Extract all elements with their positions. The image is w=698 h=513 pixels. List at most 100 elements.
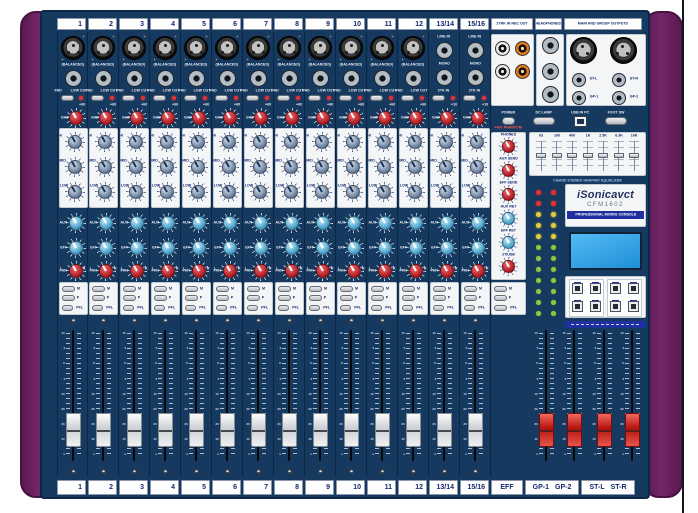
pfl-button[interactable] bbox=[371, 305, 382, 312]
eq-knob[interactable] bbox=[343, 157, 363, 177]
eq-knob[interactable] bbox=[65, 182, 85, 202]
mute-button[interactable] bbox=[62, 285, 75, 292]
pan-knob[interactable] bbox=[375, 261, 395, 281]
solo-button[interactable] bbox=[92, 295, 105, 302]
eq-knob[interactable] bbox=[250, 157, 270, 177]
fader-cap[interactable] bbox=[567, 413, 582, 447]
eq-knob[interactable] bbox=[157, 182, 177, 202]
pfl-button[interactable] bbox=[340, 305, 351, 312]
pan-knob[interactable] bbox=[66, 261, 86, 281]
power-switch[interactable] bbox=[501, 117, 515, 126]
fader-cap[interactable] bbox=[468, 413, 483, 447]
pfl-button[interactable] bbox=[92, 305, 103, 312]
2tk-button[interactable] bbox=[463, 95, 476, 101]
eff-knob[interactable] bbox=[282, 238, 302, 258]
solo-button[interactable] bbox=[185, 295, 198, 302]
eq-band-slider[interactable]: 400 bbox=[565, 134, 579, 174]
aux-knob[interactable] bbox=[344, 213, 364, 233]
fader-cap[interactable] bbox=[96, 413, 111, 447]
mute-button[interactable] bbox=[340, 285, 353, 292]
eff-knob[interactable] bbox=[313, 238, 333, 258]
mute-button[interactable] bbox=[371, 285, 384, 292]
eq-knob[interactable] bbox=[250, 132, 270, 152]
pan-knob[interactable] bbox=[406, 261, 426, 281]
fx-button[interactable] bbox=[590, 282, 601, 294]
eq-knob[interactable] bbox=[436, 132, 456, 152]
eq-knob[interactable] bbox=[126, 157, 146, 177]
pan-knob[interactable] bbox=[468, 261, 488, 281]
aux-knob[interactable] bbox=[158, 213, 178, 233]
aux-knob[interactable] bbox=[189, 213, 209, 233]
solo-button[interactable] bbox=[433, 295, 446, 302]
pfl-button[interactable] bbox=[62, 305, 73, 312]
eq-knob[interactable] bbox=[312, 132, 332, 152]
fader-cap[interactable] bbox=[406, 413, 421, 447]
pfl-button[interactable] bbox=[402, 305, 413, 312]
solo-button[interactable] bbox=[154, 295, 167, 302]
eff-knob[interactable] bbox=[468, 238, 488, 258]
fx-button[interactable] bbox=[610, 300, 621, 312]
solo-button[interactable] bbox=[123, 295, 136, 302]
pfl-button[interactable] bbox=[185, 305, 196, 312]
eq-knob[interactable] bbox=[312, 182, 332, 202]
eq-slider-cap[interactable] bbox=[536, 153, 546, 158]
pan-knob[interactable] bbox=[282, 261, 302, 281]
pan-knob[interactable] bbox=[158, 261, 178, 281]
aux-knob[interactable] bbox=[220, 213, 240, 233]
mute-button[interactable] bbox=[216, 285, 229, 292]
eq-slider-cap[interactable] bbox=[567, 153, 577, 158]
eff-knob[interactable] bbox=[66, 238, 86, 258]
mute-button[interactable] bbox=[123, 285, 136, 292]
fader-cap[interactable] bbox=[437, 413, 452, 447]
eff-knob[interactable] bbox=[158, 238, 178, 258]
eq-knob[interactable] bbox=[467, 157, 487, 177]
master-phones-knob[interactable] bbox=[499, 137, 518, 156]
eq-knob[interactable] bbox=[281, 182, 301, 202]
eff-knob[interactable] bbox=[96, 238, 116, 258]
pfl-button[interactable] bbox=[216, 305, 227, 312]
aux-knob[interactable] bbox=[96, 213, 116, 233]
eq-knob[interactable] bbox=[95, 182, 115, 202]
eq-knob[interactable] bbox=[467, 182, 487, 202]
fader-cap[interactable] bbox=[66, 413, 81, 447]
eq-knob[interactable] bbox=[95, 132, 115, 152]
eq-knob[interactable] bbox=[374, 132, 394, 152]
gain-knob[interactable] bbox=[158, 108, 178, 128]
eq-knob[interactable] bbox=[281, 132, 301, 152]
solo-button[interactable] bbox=[247, 295, 260, 302]
master-aux-ret-knob[interactable] bbox=[499, 209, 518, 228]
aux-knob[interactable] bbox=[468, 213, 488, 233]
pfl-button[interactable] bbox=[433, 305, 444, 312]
eq-knob[interactable] bbox=[219, 182, 239, 202]
pan-knob[interactable] bbox=[189, 261, 209, 281]
pan-knob[interactable] bbox=[96, 261, 116, 281]
solo-button[interactable] bbox=[340, 295, 353, 302]
eq-slider-cap[interactable] bbox=[582, 153, 593, 158]
eq-knob[interactable] bbox=[157, 157, 177, 177]
mute-button[interactable] bbox=[494, 285, 507, 292]
pad-button[interactable] bbox=[401, 95, 414, 101]
fader-cap[interactable] bbox=[625, 413, 640, 447]
eq-band-slider[interactable]: 6.3K bbox=[612, 134, 626, 174]
pan-knob[interactable] bbox=[220, 261, 240, 281]
pad-button[interactable] bbox=[61, 95, 74, 101]
fader-cap[interactable] bbox=[220, 413, 235, 447]
eq-knob[interactable] bbox=[405, 132, 425, 152]
gain-knob[interactable] bbox=[189, 108, 209, 128]
pad-button[interactable] bbox=[246, 95, 259, 101]
gain-knob[interactable] bbox=[375, 108, 395, 128]
master-eff-ret-knob[interactable] bbox=[499, 233, 518, 252]
pan-knob[interactable] bbox=[251, 261, 271, 281]
solo-button[interactable] bbox=[494, 295, 507, 302]
eq-knob[interactable] bbox=[312, 157, 332, 177]
eq-knob[interactable] bbox=[219, 157, 239, 177]
fx-button[interactable] bbox=[572, 300, 583, 312]
eq-knob[interactable] bbox=[374, 157, 394, 177]
pfl-button[interactable] bbox=[247, 305, 258, 312]
eq-knob[interactable] bbox=[188, 182, 208, 202]
fx-button[interactable] bbox=[628, 282, 639, 294]
pan-knob[interactable] bbox=[344, 261, 364, 281]
pfl-button[interactable] bbox=[154, 305, 165, 312]
mute-button[interactable] bbox=[402, 285, 415, 292]
fader-cap[interactable] bbox=[597, 413, 612, 447]
